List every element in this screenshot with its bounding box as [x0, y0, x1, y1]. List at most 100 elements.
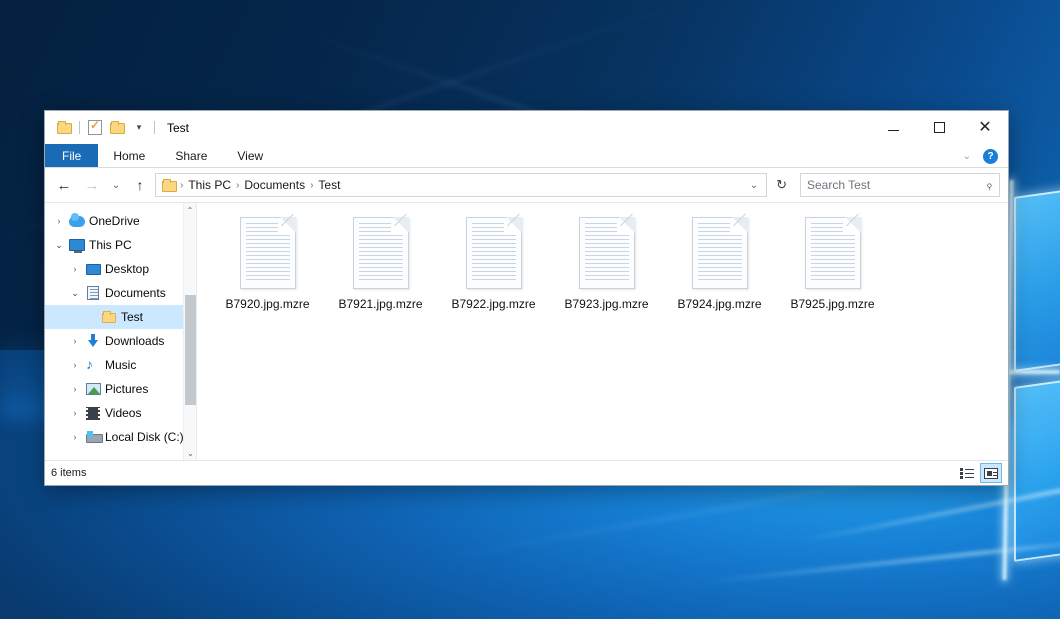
breadcrumb-item-this-pc[interactable]: This PC: [184, 178, 235, 192]
window-body: › OneDrive ⌄ This PC › Desktop ⌄: [45, 202, 1008, 460]
file-name-label: B7925.jpg.mzre: [790, 297, 874, 311]
list-item[interactable]: B7925.jpg.mzre: [776, 217, 889, 339]
sidebar-item-label: OneDrive: [87, 214, 140, 228]
help-icon[interactable]: ?: [983, 149, 998, 164]
generic-document-icon: [353, 217, 409, 289]
folder-icon: [162, 179, 177, 192]
properties-icon[interactable]: [84, 117, 106, 139]
list-item[interactable]: B7924.jpg.mzre: [663, 217, 776, 339]
list-item[interactable]: B7922.jpg.mzre: [437, 217, 550, 339]
back-button[interactable]: ←: [51, 172, 77, 198]
large-icons-view-button[interactable]: [980, 463, 1002, 483]
new-folder-icon[interactable]: [106, 117, 128, 139]
sidebar-item-this-pc[interactable]: ⌄ This PC: [45, 233, 196, 257]
search-placeholder: Search Test: [807, 178, 986, 192]
windows-logo-glow-line: [1000, 370, 1060, 374]
navigation-tree: › OneDrive ⌄ This PC › Desktop ⌄: [45, 203, 196, 449]
chevron-right-icon[interactable]: ›: [67, 336, 83, 346]
tab-home[interactable]: Home: [98, 144, 160, 167]
sidebar-item-label: Local Disk (C:): [103, 430, 184, 444]
minimize-button[interactable]: [870, 111, 916, 144]
sidebar-item-pictures[interactable]: › Pictures: [45, 377, 196, 401]
chevron-right-icon[interactable]: ›: [67, 408, 83, 418]
file-explorer-window: ▾ Test ✕ File Home Share View ⌄ ? ← → ⌄ …: [44, 110, 1009, 486]
generic-document-icon: [466, 217, 522, 289]
file-name-label: B7922.jpg.mzre: [451, 297, 535, 311]
list-item[interactable]: B7923.jpg.mzre: [550, 217, 663, 339]
sidebar-item-music[interactable]: › ♪ Music: [45, 353, 196, 377]
qat-chevron-glyph: ▾: [137, 123, 142, 132]
scroll-up-icon[interactable]: ⌃: [184, 203, 196, 217]
sidebar-item-desktop[interactable]: › Desktop: [45, 257, 196, 281]
sidebar-item-downloads[interactable]: › Downloads: [45, 329, 196, 353]
toolbar-separator: [154, 121, 155, 134]
chevron-down-icon[interactable]: ▾: [128, 117, 150, 139]
chevron-right-icon[interactable]: ›: [67, 264, 83, 274]
sidebar-item-test[interactable]: Test: [45, 305, 196, 329]
folder-icon: [99, 311, 119, 323]
sidebar-item-label: Videos: [103, 406, 141, 420]
ribbon-right-controls: ⌄ ?: [959, 144, 1004, 168]
videos-icon: [83, 407, 103, 420]
window-title: Test: [167, 121, 189, 135]
sidebar-item-label: Downloads: [103, 334, 164, 348]
status-bar: 6 items: [45, 460, 1008, 485]
maximize-button[interactable]: [916, 111, 962, 144]
scroll-down-icon[interactable]: ⌄: [184, 446, 197, 460]
details-view-button[interactable]: [956, 463, 978, 483]
breadcrumb-item-documents[interactable]: Documents: [240, 178, 309, 192]
title-bar: ▾ Test ✕: [45, 111, 1008, 144]
chevron-down-icon[interactable]: ⌄: [51, 240, 67, 251]
close-button[interactable]: ✕: [962, 111, 1008, 144]
pictures-icon: [83, 383, 103, 395]
generic-document-icon: [805, 217, 861, 289]
list-item[interactable]: B7920.jpg.mzre: [211, 217, 324, 339]
up-button[interactable]: ↑: [127, 172, 153, 198]
ribbon-tab-bar: File Home Share View ⌄ ?: [45, 144, 1008, 168]
sidebar-item-videos[interactable]: › Videos: [45, 401, 196, 425]
folder-icon[interactable]: [53, 117, 75, 139]
item-count-label: 6 items: [51, 467, 86, 479]
search-input[interactable]: Search Test ⌕: [800, 173, 1000, 197]
window-controls: ✕: [870, 111, 1008, 144]
onedrive-icon: [67, 216, 87, 227]
tab-file[interactable]: File: [45, 144, 98, 167]
chevron-right-icon[interactable]: ›: [67, 360, 83, 370]
scrollbar-thumb[interactable]: [185, 295, 196, 405]
close-icon: ✕: [978, 120, 991, 136]
sidebar-item-onedrive[interactable]: › OneDrive: [45, 209, 196, 233]
tab-view[interactable]: View: [222, 144, 278, 167]
navigation-pane-scrollbar[interactable]: ⌃ ⌄: [183, 203, 196, 460]
recent-locations-button[interactable]: ⌄: [107, 172, 125, 198]
sidebar-item-documents[interactable]: ⌄ Documents: [45, 281, 196, 305]
breadcrumb-item-test[interactable]: Test: [314, 178, 344, 192]
chevron-right-icon[interactable]: ›: [67, 384, 83, 394]
file-name-label: B7921.jpg.mzre: [338, 297, 422, 311]
generic-document-icon: [240, 217, 296, 289]
file-name-label: B7920.jpg.mzre: [225, 297, 309, 311]
toolbar-separator: [79, 121, 80, 134]
sidebar-item-label: This PC: [87, 238, 132, 252]
chevron-right-icon[interactable]: ›: [51, 216, 67, 226]
downloads-icon: [83, 334, 103, 348]
tab-share[interactable]: Share: [160, 144, 222, 167]
sidebar-item-label: Pictures: [103, 382, 148, 396]
sidebar-item-local-disk-c[interactable]: › Local Disk (C:): [45, 425, 196, 449]
generic-document-icon: [579, 217, 635, 289]
refresh-icon[interactable]: ↻: [769, 177, 794, 193]
desktop-icon: [83, 264, 103, 275]
forward-button[interactable]: →: [79, 172, 105, 198]
chevron-down-icon[interactable]: ⌄: [744, 180, 764, 191]
file-list-view[interactable]: B7920.jpg.mzre B7921.jpg.mzre B7922.jpg.…: [197, 203, 1008, 460]
breadcrumb[interactable]: › This PC › Documents › Test ⌄: [155, 173, 767, 197]
chevron-down-icon[interactable]: ⌄: [67, 288, 83, 299]
list-item[interactable]: B7921.jpg.mzre: [324, 217, 437, 339]
chevron-down-icon[interactable]: ⌄: [959, 151, 975, 162]
generic-document-icon: [692, 217, 748, 289]
disk-icon: [83, 431, 103, 443]
address-bar: ← → ⌄ ↑ › This PC › Documents › Test ⌄ ↻…: [45, 168, 1008, 202]
sidebar-item-label: Desktop: [103, 262, 149, 276]
quick-access-toolbar: ▾: [53, 117, 159, 139]
chevron-right-icon[interactable]: ›: [67, 432, 83, 442]
this-pc-icon: [67, 239, 87, 251]
